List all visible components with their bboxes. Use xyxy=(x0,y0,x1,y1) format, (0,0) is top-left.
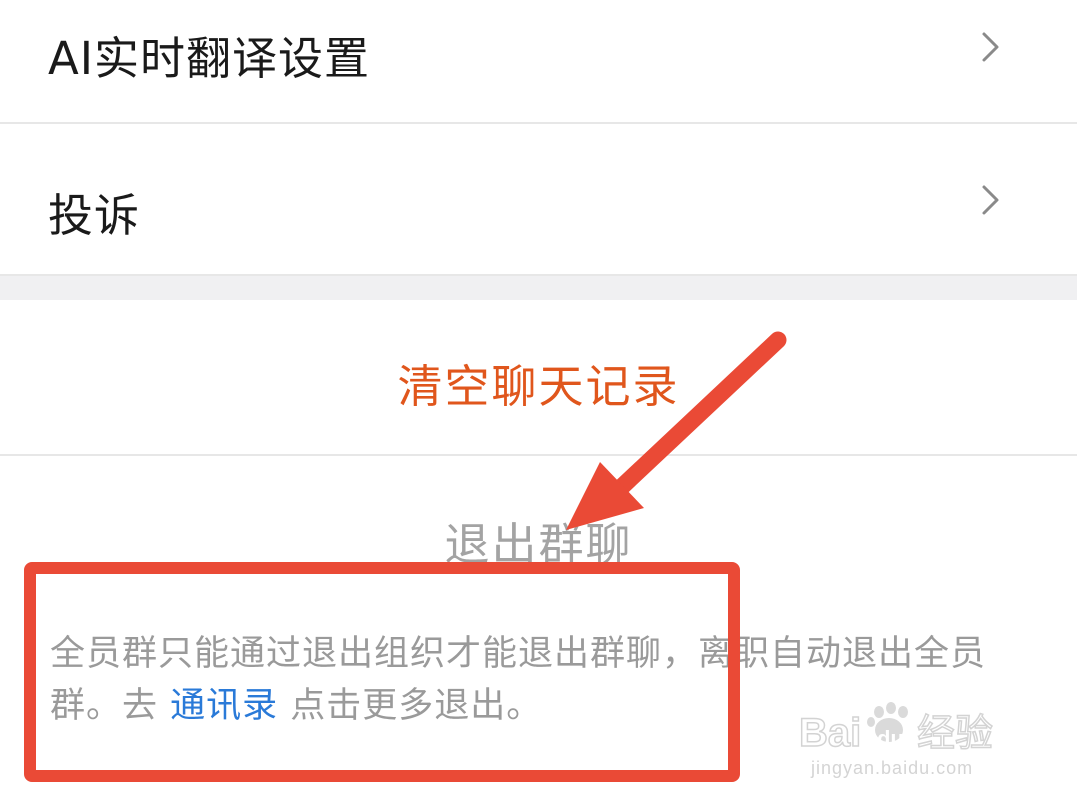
settings-row-label: AI实时翻译设置 xyxy=(48,32,371,85)
chevron-right-icon xyxy=(982,185,999,215)
group-settings-page: AI实时翻译设置 投诉 清空聊天记录 退出群聊 全员群只能通过退出组织才能退出群… xyxy=(0,0,1077,807)
clear-chat-history-label: 清空聊天记录 xyxy=(397,360,680,413)
exit-group-button[interactable]: 退出群聊 xyxy=(0,508,1077,573)
settings-row-ai-translation[interactable]: AI实时翻译设置 xyxy=(0,0,1077,124)
chevron-right-icon xyxy=(982,32,999,62)
svg-text:Bai: Bai xyxy=(799,711,861,755)
clear-chat-history-button[interactable]: 清空聊天记录 xyxy=(0,300,1077,456)
watermark-url: jingyan.baidu.com xyxy=(811,758,974,778)
svg-text:经验: 经验 xyxy=(917,711,993,755)
notice-text-after: 点击更多退出。 xyxy=(278,686,543,726)
baidu-jingyan-watermark: Bai du 经验 jingyan.baidu.com xyxy=(799,702,1019,782)
settings-row-label: 投诉 xyxy=(48,189,141,242)
baidu-paw-logo-icon: Bai du 经验 xyxy=(799,702,994,756)
section-divider xyxy=(0,276,1077,300)
contacts-link[interactable]: 通讯录 xyxy=(170,686,278,726)
svg-text:du: du xyxy=(877,726,904,751)
settings-row-complaint[interactable]: 投诉 xyxy=(0,124,1077,276)
